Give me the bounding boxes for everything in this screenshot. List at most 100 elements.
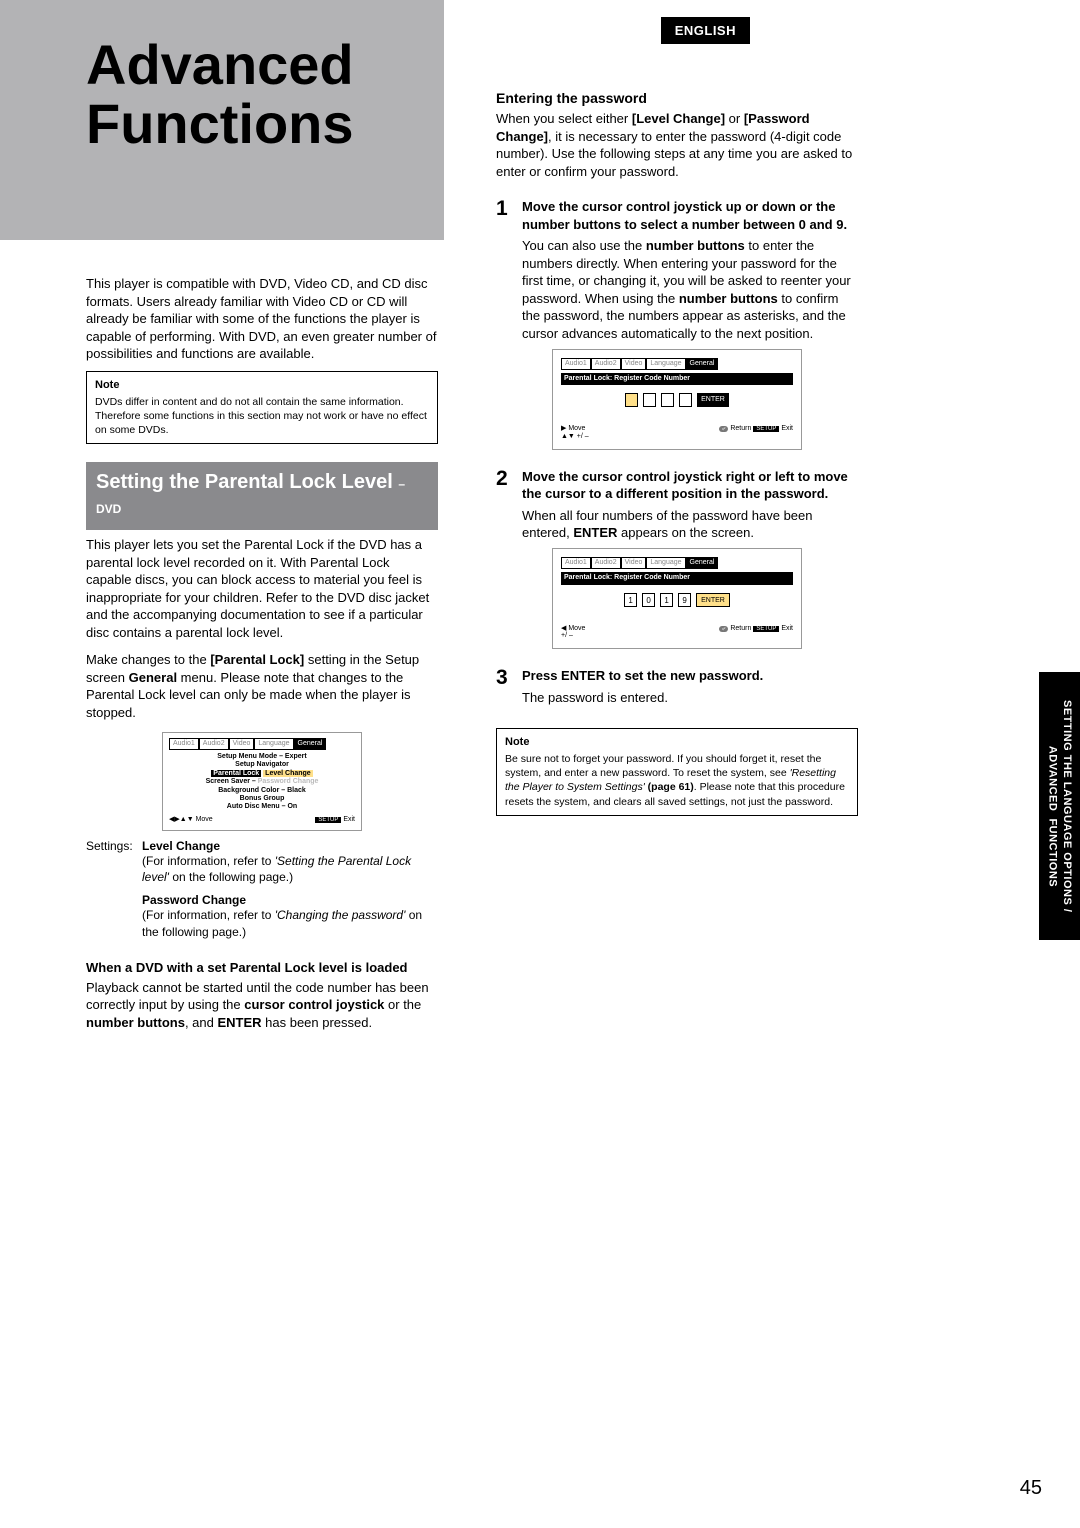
ep-mid: or (725, 111, 744, 126)
osd1-tab-language: Language (254, 738, 293, 750)
osd3-foot-left: ◀ Move +/ – (561, 625, 585, 640)
right-column: Entering the password When you select ei… (496, 76, 858, 834)
thumb-text: SETTING THE LANGUAGE OPTIONS / ADVANCED … (1045, 700, 1074, 912)
section-header-parental-lock: Setting the Parental Lock Level – DVD (86, 462, 438, 530)
note2-text: Be sure not to forget your password. If … (505, 753, 845, 808)
s1-pre: You can also use the (522, 238, 646, 253)
osd2-ret: Return (730, 425, 751, 432)
osd1-foot-right: SETUPExit (315, 816, 355, 824)
step-2-head: Move the cursor control joystick right o… (522, 468, 858, 503)
osd3-exit: Exit (781, 625, 793, 632)
s2-post: appears on the screen. (617, 525, 754, 540)
osd1-row2: Parental Lock Level Change (169, 770, 355, 778)
osd1-tab-video: Video (229, 738, 255, 750)
step-2-number: 2 (496, 468, 522, 542)
osd3-ret: Return (730, 625, 751, 632)
osd2-fl2: ▲▼ +/ – (561, 433, 589, 440)
opt1-pre: (For information, refer to (142, 854, 275, 868)
osd1-foot-left: ◀▶▲▼ Move (169, 816, 213, 824)
osd1-row0: Setup Menu Mode – Expert (169, 753, 355, 761)
step-1-number: 1 (496, 198, 522, 342)
title-line-1: Advanced (86, 33, 354, 96)
lt-mid2: , and (185, 1015, 218, 1030)
ep-b1: [Level Change] (632, 111, 725, 126)
osd-password-empty: Audio1 Audio2 Video Language General Par… (552, 349, 802, 450)
opt1-post: on the following page.) (169, 870, 293, 884)
s2-b: ENTER (573, 525, 617, 540)
note-box-2: Note Be sure not to forget your password… (496, 728, 858, 816)
section-title: Setting the Parental Lock Level (96, 471, 393, 493)
osd1-row3-left: Screen Saver – (206, 778, 256, 785)
opt1-title: Level Change (142, 839, 438, 853)
osd1-row2-left: Parental Lock (211, 770, 261, 777)
osd2-foot-right: ⤶Return SETUPExit (719, 425, 793, 440)
step-3-text: The password is entered. (522, 689, 858, 707)
n2-b: (page 61) (645, 781, 694, 793)
osd3-digit-4: 9 (678, 593, 691, 607)
n2-pre: Be sure not to forget your password. If … (505, 753, 821, 779)
intro-paragraph: This player is compatible with DVD, Vide… (86, 275, 438, 363)
p2-b2: General (129, 670, 177, 685)
osd3-digit-3: 1 (660, 593, 673, 607)
osd3-fl1: ◀ Move (561, 625, 585, 632)
left-column: This player is compatible with DVD, Vide… (86, 275, 438, 1041)
parental-paragraph-2: Make changes to the [Parental Lock] sett… (86, 651, 438, 721)
osd3-digit-1: 1 (624, 593, 637, 607)
osd3-foot-right: ⤶Return SETUPExit (719, 625, 793, 640)
osd1-row3-right: Password Change (258, 778, 319, 785)
osd3-tab-audio2: Audio2 (591, 557, 621, 569)
osd3-tabs: Audio1 Audio2 Video Language General (561, 557, 793, 569)
osd3-enter: ENTER (696, 593, 730, 607)
step-3-body: Press ENTER to set the new password. The… (522, 667, 858, 706)
s1-b2: number buttons (679, 291, 778, 306)
entering-password-text: When you select either [Level Change] or… (496, 110, 858, 180)
language-tag: ENGLISH (661, 17, 750, 44)
osd1-row5: Bonus Group (169, 795, 355, 803)
opt2-title: Password Change (142, 893, 438, 907)
settings-label: Settings: (86, 839, 142, 948)
osd1-footer: ◀▶▲▼ Move SETUPExit (169, 812, 355, 824)
osd-password-filled: Audio1 Audio2 Video Language General Par… (552, 548, 802, 649)
osd2-pill: SETUP (753, 426, 779, 432)
osd1-setup-pill: SETUP (315, 817, 341, 823)
osd2-bar: Parental Lock: Register Code Number (561, 373, 793, 385)
loaded-heading: When a DVD with a set Parental Lock leve… (86, 960, 438, 975)
lt-b1: cursor control joystick (244, 997, 384, 1012)
osd2-tab-general: General (686, 358, 719, 370)
note-box-1: Note DVDs differ in content and do not a… (86, 371, 438, 444)
settings-content: Level Change (For information, refer to … (142, 839, 438, 948)
s1-b1: number buttons (646, 238, 745, 253)
osd1-row6: Auto Disc Menu – On (169, 803, 355, 811)
osd1-row4: Background Color – Black (169, 787, 355, 795)
osd2-tab-audio1: Audio1 (561, 358, 591, 370)
lt-post: has been pressed. (262, 1015, 373, 1030)
osd1-tab-audio1: Audio1 (169, 738, 199, 750)
step-2: 2 Move the cursor control joystick right… (496, 468, 858, 542)
title-line-2: Functions (86, 92, 354, 155)
settings-row: Settings: Level Change (For information,… (86, 839, 438, 948)
osd1-row2-right: Level Change (263, 770, 313, 777)
opt2-em: 'Changing the password' (275, 908, 406, 922)
osd3-footer: ◀ Move +/ – ⤶Return SETUPExit (561, 621, 793, 640)
osd1-row1: Setup Navigator (169, 761, 355, 769)
osd2-digit-1 (625, 393, 638, 407)
osd3-tab-audio1: Audio1 (561, 557, 591, 569)
step-3: 3 Press ENTER to set the new password. T… (496, 667, 858, 706)
lt-mid: or the (384, 997, 421, 1012)
osd-setup-menu: Audio1 Audio2 Video Language General Set… (162, 732, 362, 832)
ep-post: , it is necessary to enter the password … (496, 129, 852, 179)
step-2-text: When all four numbers of the password ha… (522, 507, 858, 542)
note-label: Note (95, 378, 429, 393)
osd1-tab-audio2: Audio2 (199, 738, 229, 750)
opt1-desc: (For information, refer to 'Setting the … (142, 853, 438, 885)
osd1-tabs: Audio1 Audio2 Video Language General (169, 738, 355, 750)
opt2-pre: (For information, refer to (142, 908, 275, 922)
step-2-body: Move the cursor control joystick right o… (522, 468, 858, 542)
lt-b2: number buttons (86, 1015, 185, 1030)
osd3-tab-video: Video (621, 557, 647, 569)
parental-paragraph-1: This player lets you set the Parental Lo… (86, 536, 438, 641)
osd3-digit-2: 0 (642, 593, 655, 607)
step-1-text: You can also use the number buttons to e… (522, 237, 858, 342)
step-3-number: 3 (496, 667, 522, 706)
p2-pre: Make changes to the (86, 652, 210, 667)
